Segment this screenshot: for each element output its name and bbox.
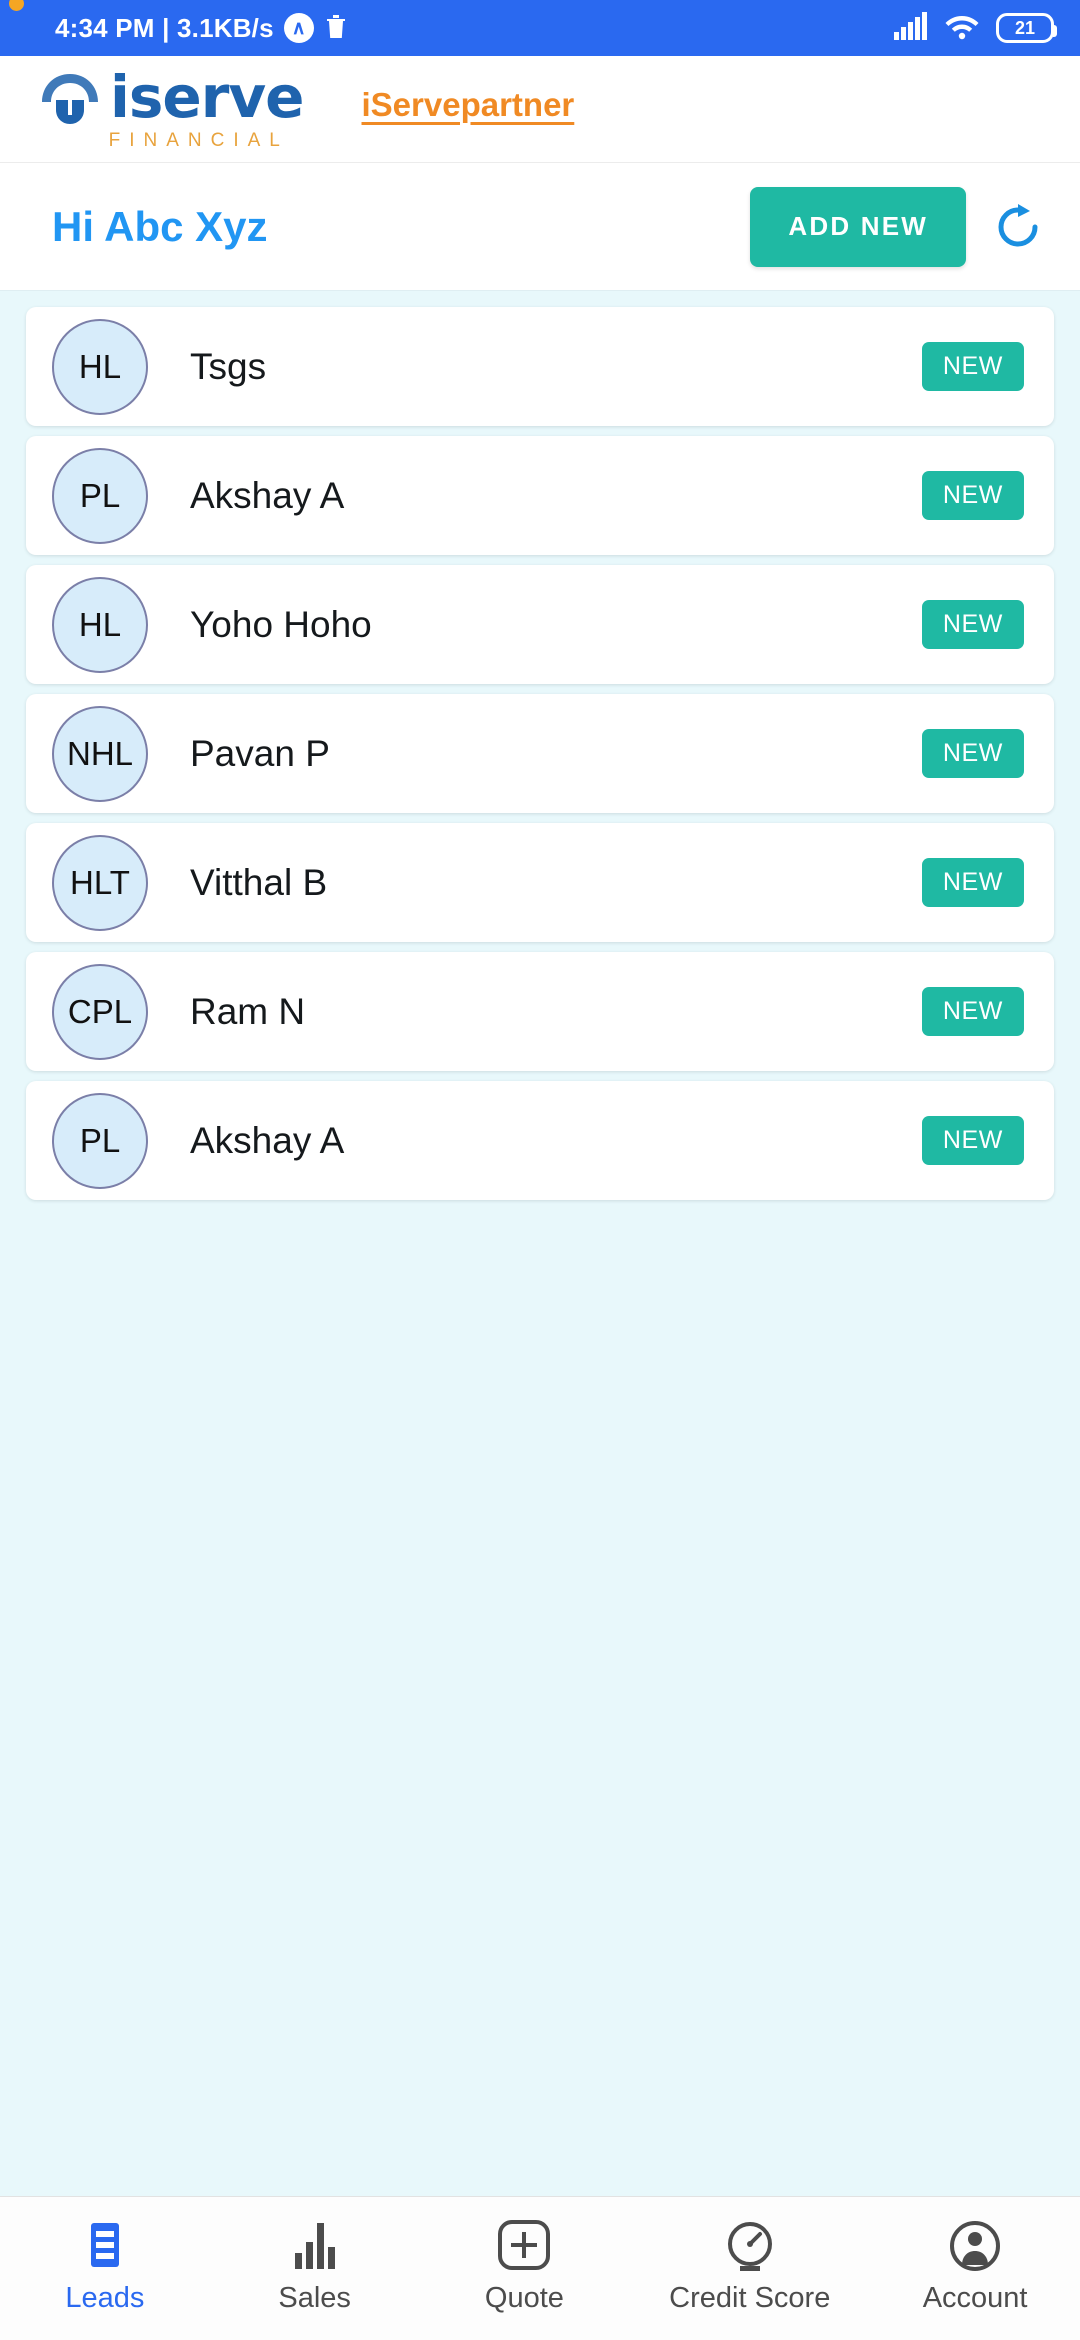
nav-item-account[interactable]: Account	[910, 2214, 1040, 2315]
avatar: HLT	[52, 834, 148, 931]
cellular-signal-icon	[894, 11, 928, 45]
status-badge: NEW	[921, 1116, 1024, 1165]
list-icon	[82, 2214, 128, 2272]
gauge-icon	[724, 2214, 776, 2272]
status-badge: NEW	[921, 600, 1024, 649]
leads-list[interactable]: HL Tsgs NEW PL Akshay A NEW HL Yoho Hoho…	[0, 291, 1080, 2196]
status-badge: NEW	[921, 342, 1024, 391]
status-badge: NEW	[921, 987, 1024, 1036]
lead-name: Ram N	[190, 990, 306, 1032]
plus-box-icon	[496, 2214, 552, 2272]
bar-chart-icon	[291, 2214, 339, 2272]
logo-subtitle: FINANCIAL	[108, 130, 289, 151]
greeting-actions: ADD NEW	[750, 186, 1046, 267]
logo-wordmark: iserve	[110, 63, 304, 131]
lead-name: Akshay A	[190, 474, 345, 516]
list-item[interactable]: HLT Vitthal B NEW	[26, 823, 1054, 942]
nav-label: Leads	[65, 2282, 145, 2314]
avatar: HL	[52, 318, 148, 415]
logo-row: iserve	[9, 0, 304, 131]
lead-name: Vitthal B	[190, 861, 328, 903]
list-item[interactable]: HL Tsgs NEW	[26, 307, 1054, 426]
greeting-text: Hi Abc Xyz	[52, 202, 268, 250]
list-item[interactable]: PL Akshay A NEW	[26, 1081, 1054, 1200]
avatar: NHL	[52, 705, 148, 802]
nav-item-sales[interactable]: Sales	[250, 2214, 380, 2315]
status-bar-left: 4:34 PM | 3.1KB/s ∧	[55, 12, 348, 45]
nav-item-quote[interactable]: Quote	[459, 2214, 589, 2315]
avatar: CPL	[52, 963, 148, 1060]
app-badge-icon: ∧	[283, 13, 314, 43]
add-new-button[interactable]: ADD NEW	[750, 186, 966, 267]
greeting-bar: Hi Abc Xyz ADD NEW	[0, 163, 1080, 291]
person-icon	[949, 2214, 1001, 2272]
app-screen: 4:34 PM | 3.1KB/s ∧ 21 iserve FINANCIAL …	[0, 0, 1080, 2340]
battery-level: 21	[1014, 17, 1036, 38]
status-bar: 4:34 PM | 3.1KB/s ∧ 21	[0, 0, 1080, 56]
status-badge: NEW	[921, 858, 1024, 907]
iserve-emblem-icon	[34, 66, 106, 128]
nav-label: Credit Score	[669, 2282, 831, 2314]
list-item[interactable]: CPL Ram N NEW	[26, 952, 1054, 1071]
app-logo: iserve FINANCIAL	[9, 0, 304, 152]
list-item[interactable]: HL Yoho Hoho NEW	[26, 565, 1054, 684]
status-clock: 4:34 PM | 3.1KB/s	[55, 12, 274, 43]
wifi-icon	[944, 12, 980, 45]
lead-name: Akshay A	[190, 1119, 345, 1161]
list-item[interactable]: NHL Pavan P NEW	[26, 694, 1054, 813]
nav-label: Sales	[278, 2282, 351, 2314]
list-item[interactable]: PL Akshay A NEW	[26, 436, 1054, 555]
nav-label: Quote	[484, 2282, 564, 2314]
lead-name: Yoho Hoho	[190, 603, 372, 645]
status-bar-right: 21	[894, 11, 1057, 45]
avatar: PL	[52, 447, 148, 544]
status-badge: NEW	[921, 471, 1024, 520]
battery-indicator: 21	[996, 13, 1057, 43]
avatar: HL	[52, 576, 148, 673]
trash-icon	[324, 12, 348, 45]
lead-name: Tsgs	[190, 345, 267, 387]
avatar: PL	[52, 1092, 148, 1189]
refresh-icon[interactable]	[990, 199, 1046, 255]
status-badge: NEW	[921, 729, 1024, 778]
nav-item-credit-score[interactable]: Credit Score	[669, 2214, 830, 2315]
brand-link[interactable]: iServepartner	[362, 86, 575, 124]
bottom-navigation: Leads Sales Quote Credit Score Account	[0, 2196, 1080, 2340]
lead-name: Pavan P	[190, 732, 330, 774]
nav-label: Account	[922, 2282, 1028, 2314]
nav-item-leads[interactable]: Leads	[40, 2214, 170, 2315]
app-header: iserve FINANCIAL iServepartner	[0, 0, 1080, 163]
